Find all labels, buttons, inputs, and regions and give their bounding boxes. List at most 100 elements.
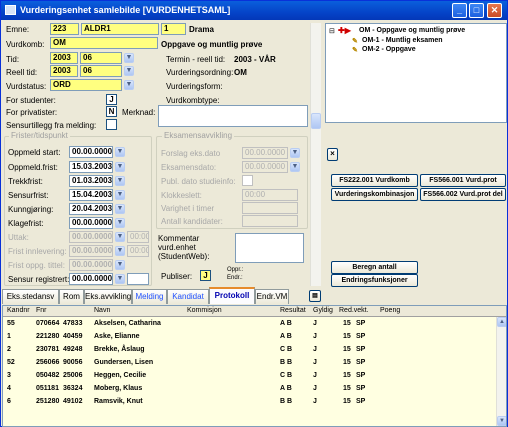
- forslag-field[interactable]: 00.00.0000: [242, 147, 288, 159]
- frist-dropdown-icon[interactable]: ▼: [115, 204, 125, 214]
- frist-dropdown-icon[interactable]: ▼: [115, 246, 125, 256]
- tab-protokoll[interactable]: Protokoll: [209, 287, 255, 304]
- frist-date-field[interactable]: 00.00.0000: [69, 259, 113, 271]
- frist-date-field[interactable]: 15.03.2003: [69, 161, 113, 173]
- scroll-down-icon[interactable]: ▼: [497, 416, 506, 426]
- frist-date-field[interactable]: 00.00.0000: [69, 245, 113, 257]
- frist-date-field[interactable]: 00.00.0000: [69, 273, 113, 285]
- publ-checkbox[interactable]: [242, 175, 253, 186]
- fs566-vurdprot-del-button[interactable]: FS566.002 Vurd.prot del: [420, 188, 506, 201]
- reell-year-field[interactable]: 2003: [50, 65, 78, 77]
- merknad-field[interactable]: [158, 105, 308, 127]
- eksamensdato-dropdown-icon[interactable]: ▼: [290, 162, 300, 172]
- frist-time-field[interactable]: 00:00: [127, 231, 149, 243]
- fs566-vurdprot-button[interactable]: FS566.001 Vurd.prot: [420, 174, 506, 187]
- table-scrollbar[interactable]: ▲ ▼: [496, 317, 506, 426]
- maximize-button[interactable]: □: [469, 3, 484, 18]
- table-cell: 221280: [36, 333, 60, 340]
- table-row[interactable]: 6 251280 49102 Ramsvik, Knut B B J 15 SP: [3, 396, 506, 409]
- klokkeslett-field[interactable]: 00:00: [242, 189, 298, 201]
- frist-date-field[interactable]: 00.00.0000: [69, 146, 113, 158]
- frist-dropdown-icon[interactable]: ▼: [115, 218, 125, 228]
- scroll-up-icon[interactable]: ▲: [497, 317, 506, 327]
- frist-date-field[interactable]: 15.04.2003: [69, 189, 113, 201]
- column-header[interactable]: Red.vekt.: [339, 307, 369, 314]
- small-close-button[interactable]: ×: [327, 148, 338, 161]
- table-row[interactable]: 1 221280 40459 Aske, Elianne A B J 15 SP: [3, 331, 506, 344]
- form-scroll-thumb[interactable]: [311, 113, 321, 129]
- frist-dropdown-icon[interactable]: ▼: [115, 232, 125, 242]
- table-row[interactable]: 4 051181 36324 Moberg, Klaus A B J 15 SP: [3, 383, 506, 396]
- sensur-extra-field[interactable]: [127, 273, 149, 285]
- table-row[interactable]: 2 230781 49248 Brekke, Åslaug C B J 15 SP: [3, 344, 506, 357]
- frist-time-field[interactable]: 00:00: [127, 245, 149, 257]
- table-cell: SP: [356, 385, 366, 392]
- frist-dropdown-icon[interactable]: ▼: [115, 176, 125, 186]
- tid-year-field[interactable]: 2003: [50, 52, 78, 64]
- column-header[interactable]: Navn: [94, 307, 110, 314]
- tree-root-label[interactable]: OM - Oppgave og muntlig prøve: [359, 27, 465, 34]
- frist-date-field[interactable]: 00.00.0000: [69, 231, 113, 243]
- beregn-antall-button[interactable]: Beregn antall: [331, 261, 418, 274]
- vurdstatus-field[interactable]: ORD: [50, 79, 122, 91]
- sensurtillegg-checkbox[interactable]: [106, 119, 117, 130]
- table-cell: B B: [280, 359, 293, 366]
- column-header[interactable]: Kandnr: [7, 307, 30, 314]
- fs222-button[interactable]: FS222.001 Vurdkomb: [331, 174, 418, 187]
- vurderingskombinasjon-button[interactable]: Vurderingskombinasjon: [331, 188, 418, 201]
- table-row[interactable]: 3 050482 25006 Heggen, Cecilie C B J 15 SP: [3, 370, 506, 383]
- reell-term-field[interactable]: 06: [80, 65, 122, 77]
- frist-date-field[interactable]: 01.03.2003: [69, 175, 113, 187]
- tab-endrvm[interactable]: Endr.VM: [255, 289, 289, 304]
- vurdstatus-label: Vurdstatus:: [6, 82, 47, 91]
- form-scrollbar[interactable]: [310, 23, 321, 286]
- frist-dropdown-icon[interactable]: ▼: [115, 162, 125, 172]
- frist-date-field[interactable]: 20.04.2003: [69, 203, 113, 215]
- column-header[interactable]: Fnr: [36, 307, 47, 314]
- forslag-dropdown-icon[interactable]: ▼: [290, 148, 300, 158]
- tab-kandidat[interactable]: Kandidat: [167, 289, 209, 304]
- frist-label: Frist oppg. tittel:: [8, 261, 65, 270]
- endringsfunksjoner-button[interactable]: Endringsfunksjoner: [331, 274, 418, 287]
- table-row[interactable]: 52 256066 90056 Gundersen, Lisen B B J 15 SP: [3, 357, 506, 370]
- emne-version-field[interactable]: 1: [161, 23, 186, 35]
- frist-dropdown-icon[interactable]: ▼: [115, 147, 125, 157]
- emne-code-field[interactable]: 223: [50, 23, 79, 35]
- tab-eksavvikling[interactable]: Eks.avvikling: [84, 289, 132, 304]
- column-header[interactable]: Kommisjon: [187, 307, 222, 314]
- vurdstatus-dropdown-icon[interactable]: ▼: [124, 80, 134, 90]
- table-cell: 15: [343, 398, 351, 405]
- eksamensdato-field[interactable]: 00.00.0000: [242, 161, 288, 173]
- for-privatister-field[interactable]: N: [106, 106, 117, 117]
- vurdkomb-code-field[interactable]: OM: [50, 37, 158, 49]
- antall-field[interactable]: [242, 215, 298, 227]
- minimize-button[interactable]: _: [452, 3, 467, 18]
- endr-label: Endr.:: [227, 275, 243, 281]
- tab-options-icon[interactable]: ▤: [309, 290, 321, 302]
- termin-label: Termin - reell tid:: [166, 55, 226, 64]
- tab-rom[interactable]: Rom: [59, 289, 84, 304]
- tree-child-2-label[interactable]: OM-2 - Oppgave: [362, 46, 416, 53]
- tree-collapse-icon[interactable]: ⊟: [329, 27, 335, 35]
- frist-dropdown-icon[interactable]: ▼: [115, 260, 125, 270]
- tid-dropdown-icon[interactable]: ▼: [124, 53, 134, 63]
- tab-melding[interactable]: Melding: [132, 289, 167, 304]
- column-header[interactable]: Resultat: [280, 307, 306, 314]
- vurdkomb-label: Vurdkomb:: [6, 40, 45, 49]
- frist-date-field[interactable]: 00.00.0000: [69, 217, 113, 229]
- emne-id-field[interactable]: ALDR1: [81, 23, 159, 35]
- reell-tid-dropdown-icon[interactable]: ▼: [124, 66, 134, 76]
- tid-term-field[interactable]: 06: [80, 52, 122, 64]
- close-button[interactable]: ✕: [487, 3, 502, 18]
- column-header[interactable]: Poeng: [380, 307, 400, 314]
- tab-eksstedansv[interactable]: Eks.stedansv: [2, 289, 59, 304]
- tree-child-1-label[interactable]: OM-1 - Muntlig eksamen: [362, 37, 443, 44]
- frist-dropdown-icon[interactable]: ▼: [115, 190, 125, 200]
- frist-dropdown-icon[interactable]: ▼: [115, 274, 125, 284]
- publiser-field[interactable]: J: [200, 270, 211, 281]
- kommentar-field[interactable]: [235, 233, 304, 263]
- column-header[interactable]: Gyldig: [313, 307, 333, 314]
- varighet-field[interactable]: [242, 202, 298, 214]
- table-row[interactable]: 55 070664 47833 Akselsen, Catharina A B J 15 SP: [3, 318, 506, 331]
- for-studenter-field[interactable]: J: [106, 94, 117, 105]
